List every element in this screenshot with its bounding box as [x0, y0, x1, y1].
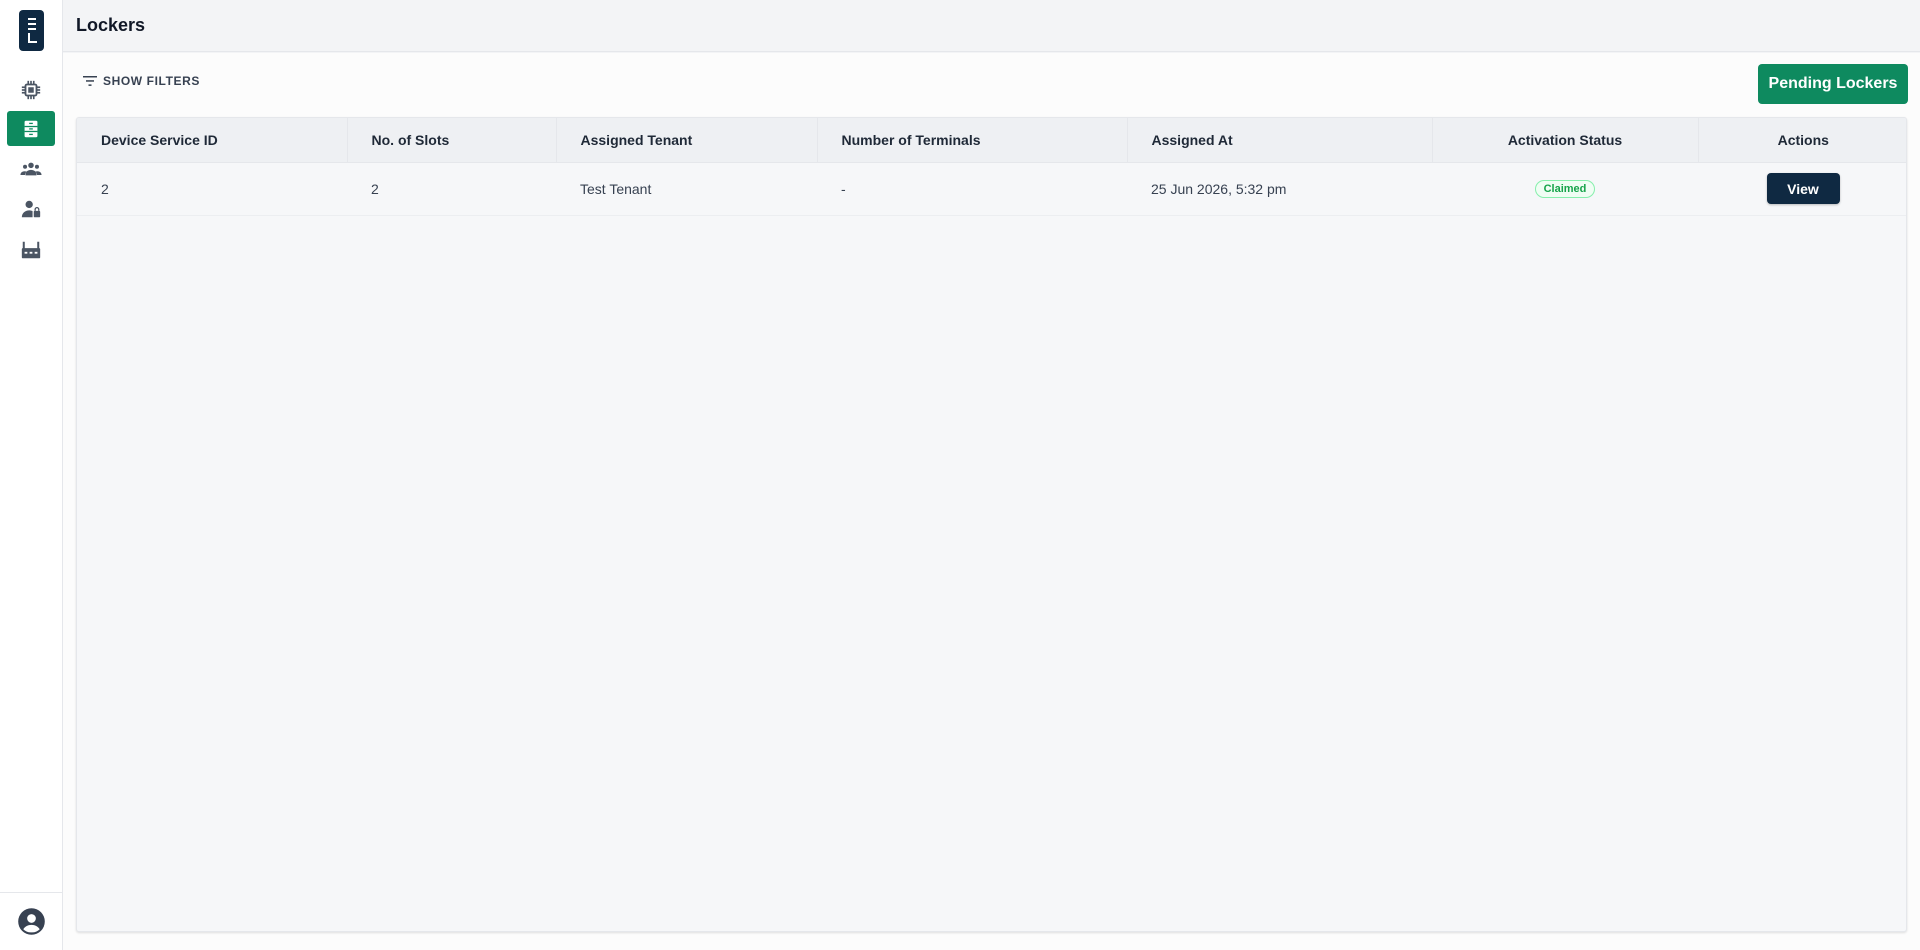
filter-icon — [83, 76, 97, 86]
status-badge: Claimed — [1534, 180, 1596, 198]
lockers-table-card: Device Service ID No. of Slots Assigned … — [76, 117, 1907, 932]
main-content: SHOW FILTERS Pending Lockers Device Serv… — [63, 53, 1920, 950]
sidebar-item-lockers[interactable] — [7, 111, 55, 146]
show-filters-button[interactable]: SHOW FILTERS — [83, 74, 200, 88]
cell-assigned-at: 25 Jun 2026, 5:32 pm — [1151, 180, 1287, 197]
column-header-device-service-id[interactable]: Device Service ID — [77, 118, 348, 163]
cell-device-service-id: 2 — [101, 180, 109, 197]
column-header-assigned-at[interactable]: Assigned At — [1127, 118, 1433, 163]
factory-icon — [21, 241, 41, 258]
cell-tenant: Test Tenant — [580, 180, 652, 197]
page-title: Lockers — [76, 15, 146, 35]
column-header-actions: Actions — [1698, 118, 1906, 163]
cell-actions: View — [1698, 162, 1906, 215]
lockers-table: Device Service ID No. of Slots Assigned … — [77, 118, 1906, 216]
top-header: Lockers — [63, 0, 1920, 52]
users-group-icon — [20, 162, 42, 175]
view-button[interactable]: View — [1766, 173, 1840, 204]
sidebar — [0, 0, 63, 950]
pending-lockers-button[interactable]: Pending Lockers — [1758, 64, 1908, 104]
sidebar-item-tenants[interactable] — [7, 151, 55, 186]
cell-slots: 2 — [371, 180, 379, 197]
sidebar-item-devices[interactable] — [7, 72, 55, 107]
column-header-assigned-tenant[interactable]: Assigned Tenant — [556, 118, 818, 163]
logo-icon — [27, 17, 37, 43]
account-circle-icon — [18, 908, 45, 935]
column-header-terminals[interactable]: Number of Terminals — [817, 118, 1128, 163]
cell-terminals: - — [841, 180, 846, 197]
show-filters-label: SHOW FILTERS — [103, 74, 200, 88]
lockers-icon — [24, 120, 38, 137]
sidebar-item-users[interactable] — [7, 191, 55, 226]
sidebar-item-sites[interactable] — [7, 232, 55, 267]
table-row[interactable]: 2 2 Test Tenant - 25 Jun 2026, 5:32 pm C… — [77, 162, 1906, 215]
sidebar-divider — [0, 892, 63, 893]
chip-icon — [21, 80, 41, 99]
user-badge-icon — [21, 200, 41, 217]
column-header-activation-status[interactable]: Activation Status — [1432, 118, 1699, 163]
app-logo[interactable] — [19, 10, 44, 51]
table-header-row: Device Service ID No. of Slots Assigned … — [77, 118, 1906, 163]
column-header-slots[interactable]: No. of Slots — [347, 118, 557, 163]
profile-button[interactable] — [17, 907, 46, 936]
cell-activation-status: Claimed — [1432, 162, 1698, 215]
